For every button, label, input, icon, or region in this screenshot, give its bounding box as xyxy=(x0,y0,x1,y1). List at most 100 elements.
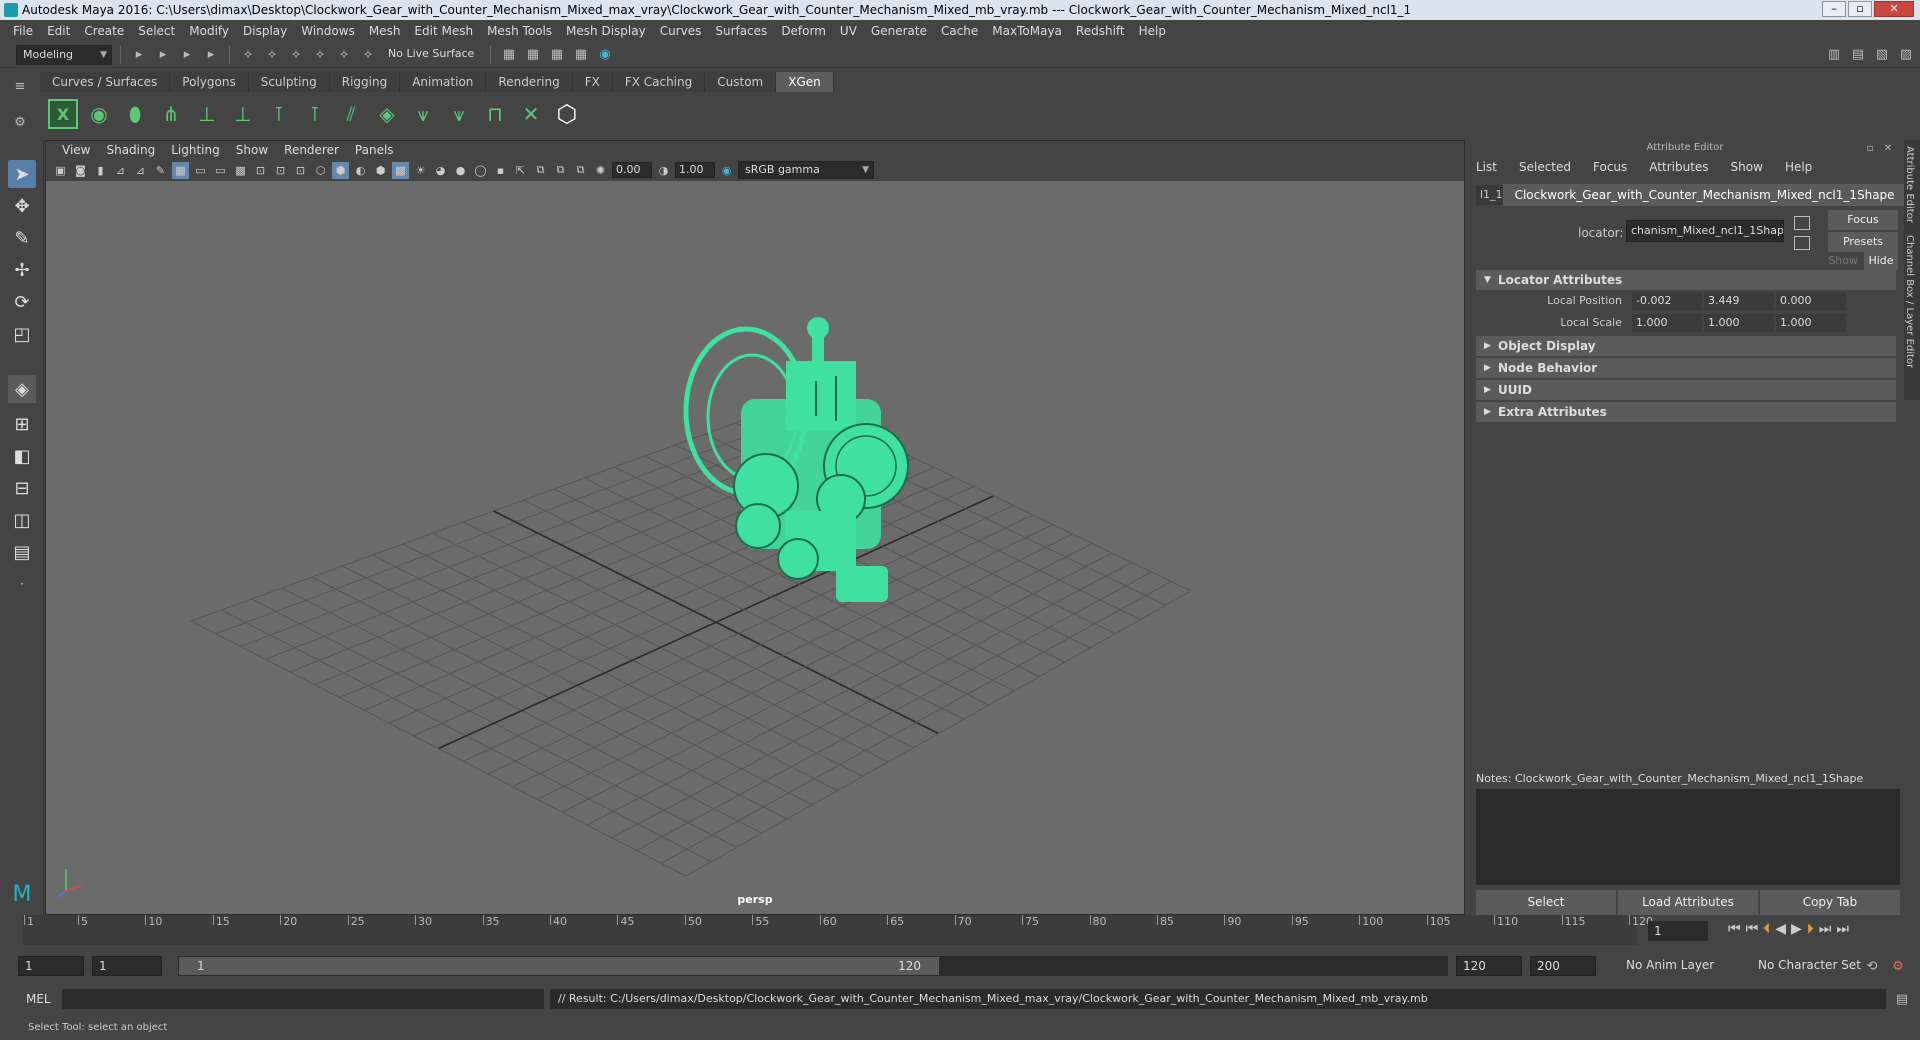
command-input[interactable] xyxy=(62,989,544,1009)
ae-menu-list[interactable]: List xyxy=(1476,160,1497,174)
menu-windows[interactable]: Windows xyxy=(294,24,362,38)
local-position-x-field[interactable]: -0.002 xyxy=(1632,292,1702,310)
tab-fx-caching[interactable]: FX Caching xyxy=(612,72,706,92)
menu-help[interactable]: Help xyxy=(1132,24,1173,38)
section-object-display[interactable]: ▶ Object Display xyxy=(1476,336,1896,356)
local-position-y-field[interactable]: 3.449 xyxy=(1704,292,1774,310)
tab-xgen[interactable]: XGen xyxy=(776,72,834,92)
menu-edit-mesh[interactable]: Edit Mesh xyxy=(407,24,480,38)
vp-menu-shading[interactable]: Shading xyxy=(98,143,163,157)
xgen-preview-icon[interactable]: ◉ xyxy=(84,99,114,129)
anim-layer-dropdown[interactable]: No Anim Layer xyxy=(1620,956,1740,976)
xgen-delete-guides-icon[interactable]: ✕ xyxy=(516,99,546,129)
two-d-pan-icon[interactable]: ⊿ xyxy=(132,162,149,179)
textured-icon[interactable]: ▩ xyxy=(392,161,409,179)
move-tool-icon[interactable]: ✢ xyxy=(8,256,36,284)
mode-dropdown[interactable]: Modeling ▼ xyxy=(16,44,112,65)
tab-shape-node[interactable]: Clockwork_Gear_with_Counter_Mechanism_Mi… xyxy=(1502,184,1907,206)
character-set-dropdown[interactable]: No Character Set xyxy=(1752,956,1872,976)
tab-transform-node[interactable]: l1_1 xyxy=(1476,185,1503,205)
playback-end-field[interactable]: 120 xyxy=(1456,956,1522,976)
select-tool-icon[interactable]: ➤ xyxy=(8,160,36,188)
play-forwards-icon[interactable]: ▶ xyxy=(1791,921,1802,937)
outliner-layout-icon[interactable]: ▤ xyxy=(8,538,36,566)
ambient-occlusion-icon[interactable]: ● xyxy=(452,162,469,179)
render-settings-icon[interactable]: ▦ xyxy=(547,45,567,65)
hide-button[interactable]: Hide xyxy=(1864,252,1898,270)
minimize-icon[interactable]: – xyxy=(1822,1,1846,17)
vp-menu-view[interactable]: View xyxy=(54,143,98,157)
wireframe-on-shaded-icon[interactable]: ⬢ xyxy=(372,162,389,179)
xgen-collection-icon[interactable]: ⬮ xyxy=(120,99,150,129)
input-connection-icon[interactable] xyxy=(1794,216,1810,230)
menu-create[interactable]: Create xyxy=(77,24,131,38)
presets-button[interactable]: Presets xyxy=(1828,232,1898,252)
time-ruler[interactable]: 1 5 10 15 20 25 30 35 40 45 50 55 60 65 70 75 80 85 90 95 10… xyxy=(22,915,1653,945)
section-uuid[interactable]: ▶ UUID xyxy=(1476,380,1896,400)
anti-aliasing-icon[interactable]: ▪ xyxy=(492,162,509,179)
ae-menu-show[interactable]: Show xyxy=(1731,160,1763,174)
vp-menu-renderer[interactable]: Renderer xyxy=(276,143,347,157)
exposure-field[interactable]: 0.00 xyxy=(612,162,652,178)
color-management-icon[interactable]: ◉ xyxy=(718,162,735,179)
ae-menu-selected[interactable]: Selected xyxy=(1519,160,1571,174)
ae-menu-focus[interactable]: Focus xyxy=(1593,160,1627,174)
safe-title-icon[interactable]: ⊡ xyxy=(292,162,309,179)
menu-generate[interactable]: Generate xyxy=(864,24,934,38)
current-frame-field[interactable]: 1 xyxy=(1648,921,1708,941)
ipr-render-icon[interactable]: ▦ xyxy=(523,45,543,65)
rotate-tool-icon[interactable]: ⟳ xyxy=(8,288,36,316)
tool-settings-icon[interactable]: ▧ xyxy=(1872,44,1892,64)
snap-curve-icon[interactable]: ⟡ xyxy=(334,45,354,65)
script-language-label[interactable]: MEL xyxy=(26,992,51,1006)
xgen-layers-icon[interactable]: ◈ xyxy=(372,99,402,129)
channel-box-toggle-icon[interactable]: ▨ xyxy=(1896,44,1916,64)
auto-key-icon[interactable]: ⟲ xyxy=(1862,956,1882,976)
camera-select-icon[interactable]: ▣ xyxy=(52,162,69,179)
menu-mesh-display[interactable]: Mesh Display xyxy=(559,24,653,38)
vp-menu-show[interactable]: Show xyxy=(228,143,276,157)
image-plane-icon[interactable]: ⊿ xyxy=(112,162,129,179)
tab-polygons[interactable]: Polygons xyxy=(170,72,249,92)
tab-rendering[interactable]: Rendering xyxy=(486,72,573,92)
select-hierarchy-icon[interactable]: ⟡ xyxy=(238,45,258,65)
step-forward-key-icon[interactable]: ⏭ xyxy=(1819,921,1832,937)
select-component-icon[interactable]: ⟡ xyxy=(286,45,306,65)
go-to-start-icon[interactable]: ⏮ xyxy=(1728,921,1741,937)
xgen-lock-guides-icon[interactable]: ⊺ xyxy=(300,99,330,129)
gate-mask-icon[interactable]: ▩ xyxy=(232,162,249,179)
gamma-field[interactable]: 1.00 xyxy=(675,162,715,178)
tab-custom[interactable]: Custom xyxy=(705,72,777,92)
local-scale-y-field[interactable]: 1.000 xyxy=(1704,314,1774,332)
menu-deform[interactable]: Deform xyxy=(774,24,833,38)
menu-cache[interactable]: Cache xyxy=(934,24,985,38)
render-view-icon[interactable]: ◉ xyxy=(595,45,615,65)
safe-action-icon[interactable]: ⊡ xyxy=(272,162,289,179)
persp-outliner-layout-icon[interactable]: ◫ xyxy=(8,506,36,534)
xgen-interactive-groom-icon[interactable]: ⬡ xyxy=(552,99,582,129)
menu-display[interactable]: Display xyxy=(236,24,294,38)
smooth-shade-icon[interactable]: ⬢ xyxy=(332,161,349,179)
script-editor-icon[interactable]: ▤ xyxy=(1892,989,1912,1009)
tab-attribute-editor[interactable]: Attribute Editor xyxy=(1904,140,1915,223)
xgen-place-guides-icon[interactable]: ⋔ xyxy=(156,99,186,129)
menu-edit[interactable]: Edit xyxy=(40,24,77,38)
tab-animation[interactable]: Animation xyxy=(400,72,487,92)
grease-pencil-icon[interactable]: ✎ xyxy=(152,162,169,179)
menu-maxtomaya[interactable]: MaxToMaya xyxy=(985,24,1069,38)
resolution-gate-icon[interactable]: ▭ xyxy=(212,162,229,179)
start-time-field[interactable]: 1 xyxy=(18,956,84,976)
step-forward-frame-icon[interactable]: ⏵ xyxy=(1807,921,1814,937)
menu-modify[interactable]: Modify xyxy=(182,24,236,38)
ae-menu-attributes[interactable]: Attributes xyxy=(1649,160,1708,174)
notes-textarea[interactable] xyxy=(1476,789,1900,885)
persp-graph-layout-icon[interactable]: ⊟ xyxy=(8,474,36,502)
field-chart-icon[interactable]: ⊡ xyxy=(252,162,269,179)
paint-select-icon[interactable]: ✎ xyxy=(8,224,36,252)
local-scale-z-field[interactable]: 1.000 xyxy=(1776,314,1846,332)
float-panel-icon[interactable]: ▫ xyxy=(1860,138,1880,158)
output-connection-icon[interactable] xyxy=(1794,236,1810,250)
xgen-select-guides-icon[interactable]: ⊺ xyxy=(264,99,294,129)
tab-sculpting[interactable]: Sculpting xyxy=(248,72,330,92)
select-button[interactable]: Select xyxy=(1476,890,1616,916)
